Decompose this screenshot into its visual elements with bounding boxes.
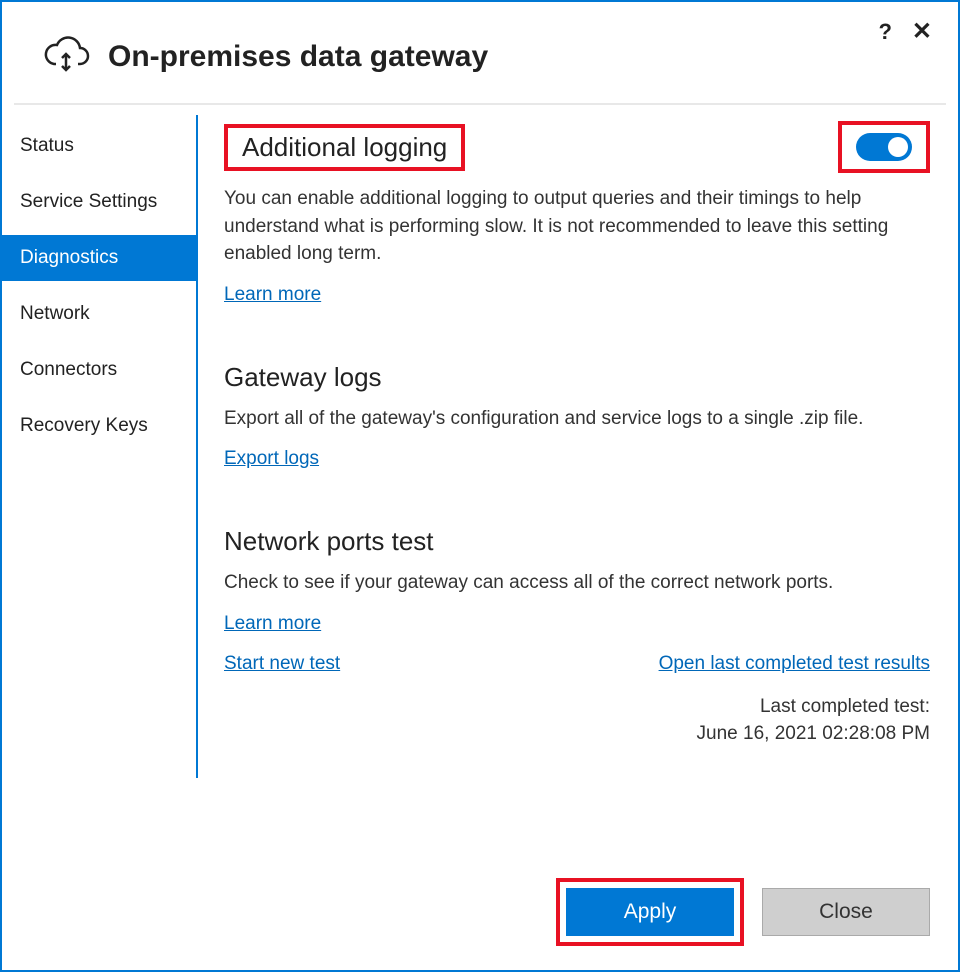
last-completed-test: Last completed test: June 16, 2021 02:28…: [224, 693, 930, 748]
sidebar-item-network[interactable]: Network: [2, 291, 196, 337]
section-additional-logging: Additional logging You can enable additi…: [224, 121, 930, 306]
cloud-gateway-icon: [42, 30, 90, 83]
highlight-apply-button: Apply: [556, 878, 744, 946]
additional-logging-toggle[interactable]: [856, 133, 912, 161]
close-button[interactable]: Close: [762, 888, 930, 936]
sidebar: Status Service Settings Diagnostics Netw…: [2, 115, 198, 778]
last-test-label: Last completed test:: [224, 693, 930, 721]
section-gateway-logs: Gateway logs Export all of the gateway's…: [224, 362, 930, 471]
sidebar-item-diagnostics[interactable]: Diagnostics: [2, 235, 196, 281]
sidebar-item-connectors[interactable]: Connectors: [2, 347, 196, 393]
additional-logging-title: Additional logging: [242, 132, 447, 163]
app-title: On-premises data gateway: [108, 40, 488, 74]
network-ports-title: Network ports test: [224, 526, 930, 557]
footer-buttons: Apply Close: [556, 878, 930, 946]
sidebar-item-status[interactable]: Status: [2, 123, 196, 169]
section-network-ports: Network ports test Check to see if your …: [224, 526, 930, 748]
additional-logging-desc: You can enable additional logging to out…: [224, 185, 930, 268]
open-last-results-link[interactable]: Open last completed test results: [659, 653, 930, 675]
gateway-logs-desc: Export all of the gateway's configuratio…: [224, 405, 930, 433]
help-icon[interactable]: ?: [878, 21, 891, 43]
additional-logging-learn-more-link[interactable]: Learn more: [224, 284, 321, 306]
highlight-additional-logging-title: Additional logging: [224, 124, 465, 171]
last-test-value: June 16, 2021 02:28:08 PM: [224, 720, 930, 748]
export-logs-link[interactable]: Export logs: [224, 448, 319, 470]
gateway-logs-title: Gateway logs: [224, 362, 930, 393]
sidebar-item-recovery-keys[interactable]: Recovery Keys: [2, 403, 196, 449]
toggle-knob: [888, 137, 908, 157]
sidebar-item-service-settings[interactable]: Service Settings: [2, 179, 196, 225]
close-icon[interactable]: ✕: [912, 20, 932, 44]
start-new-test-link[interactable]: Start new test: [224, 653, 340, 675]
apply-button[interactable]: Apply: [566, 888, 734, 936]
main-content: Additional logging You can enable additi…: [198, 115, 930, 778]
network-ports-learn-more-link[interactable]: Learn more: [224, 613, 321, 635]
network-ports-desc: Check to see if your gateway can access …: [224, 569, 930, 597]
highlight-additional-logging-toggle: [838, 121, 930, 173]
